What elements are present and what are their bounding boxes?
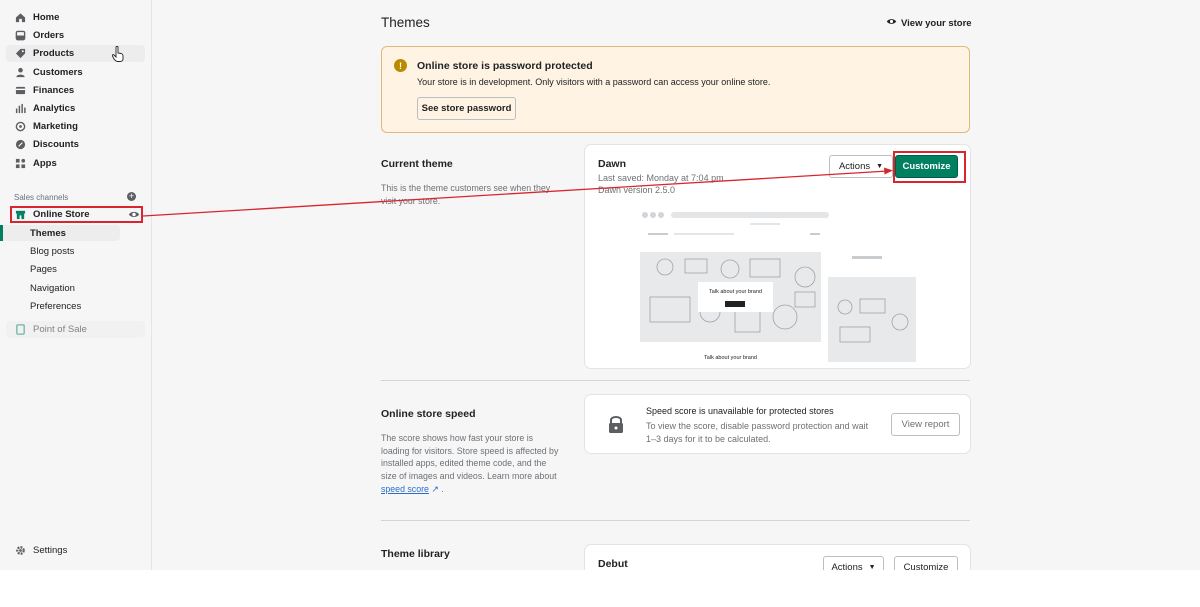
main-content: Themes View your store ! Online store is… (151, 0, 1200, 570)
speed-card-title: Speed score is unavailable for protected… (646, 406, 834, 416)
tag-icon (12, 46, 28, 62)
sidebar-subitem-blog-posts[interactable]: Blog posts (30, 243, 74, 259)
sidebar-item-marketing[interactable]: Marketing (6, 118, 145, 135)
banner-title: Online store is password protected (417, 60, 593, 72)
sidebar-item-discounts[interactable]: Discounts (6, 136, 145, 153)
orders-icon (12, 28, 28, 44)
pos-icon (12, 322, 28, 338)
sidebar-item-label: Apps (33, 158, 57, 169)
analytics-icon (12, 101, 28, 117)
sidebar-item-point-of-sale[interactable]: Point of Sale (6, 321, 145, 338)
eye-icon (886, 17, 897, 29)
sales-channels-label: Sales channels (14, 193, 69, 202)
preview-footer-text: Talk about your brand (704, 355, 757, 361)
caret-down-icon: ▼ (868, 564, 876, 570)
section-divider (381, 380, 970, 381)
actions-label: Actions (838, 161, 871, 172)
view-store-label: View your store (901, 17, 972, 29)
sidebar-item-label: Point of Sale (33, 324, 87, 335)
sidebar-item-customers[interactable]: Customers (6, 64, 145, 81)
page-title: Themes (381, 15, 430, 30)
discount-icon (12, 137, 28, 153)
sidebar-subitem-pages[interactable]: Pages (30, 261, 57, 277)
library-actions-button[interactable]: Actions ▼ (823, 556, 884, 570)
sidebar: Home Orders Products Customers Finances … (0, 0, 152, 570)
sidebar-item-label: Products (33, 48, 75, 59)
person-icon (12, 65, 28, 81)
sidebar-item-home[interactable]: Home (6, 9, 145, 26)
library-customize-button[interactable]: Customize (894, 556, 958, 570)
password-banner: ! Online store is password protected You… (381, 46, 970, 133)
current-theme-description: This is the theme customers see when the… (381, 183, 551, 206)
speed-card-description: To view the score, disable password prot… (646, 421, 869, 444)
speed-card: Speed score is unavailable for protected… (585, 395, 970, 453)
view-store-link[interactable]: View your store (886, 17, 972, 29)
warning-icon: ! (394, 59, 407, 72)
speed-title: Online store speed (381, 408, 476, 420)
sidebar-item-products[interactable]: Products (6, 45, 145, 62)
library-actions-label: Actions (831, 562, 863, 570)
sidebar-subitem-navigation[interactable]: Navigation (30, 280, 75, 296)
sidebar-item-label: Marketing (33, 121, 78, 132)
sidebar-item-label: Orders (33, 30, 65, 41)
view-report-button[interactable]: View report (891, 413, 960, 436)
external-link-icon: ↗ (431, 483, 439, 494)
library-theme-name: Debut (598, 558, 628, 570)
sidebar-item-label: Discounts (33, 139, 79, 150)
section-divider (381, 520, 970, 521)
mouse-cursor-icon (111, 45, 124, 65)
current-theme-title: Current theme (381, 158, 453, 170)
preview-brand-text: Talk about your brand (709, 289, 762, 295)
theme-version: Dawn version 2.5.0 (598, 185, 676, 195)
online-store-highlight (10, 206, 143, 223)
sidebar-item-label: Customers (33, 67, 83, 78)
see-store-password-button[interactable]: See store password (417, 97, 516, 120)
gear-icon (12, 543, 28, 559)
sidebar-item-analytics[interactable]: Analytics (6, 100, 145, 117)
sidebar-item-orders[interactable]: Orders (6, 27, 145, 44)
sidebar-subitem-preferences[interactable]: Preferences (30, 298, 81, 314)
sidebar-item-apps[interactable]: Apps (6, 155, 145, 172)
actions-button[interactable]: Actions ▼ (829, 155, 893, 178)
sidebar-item-settings[interactable]: Settings (6, 542, 145, 559)
customize-highlight (893, 151, 966, 183)
theme-last-saved: Last saved: Monday at 7:04 pm (598, 173, 724, 183)
apps-icon (12, 156, 28, 172)
library-theme-card: Debut Actions ▼ Customize (585, 545, 970, 570)
sidebar-item-label: Settings (33, 545, 68, 556)
sidebar-subitem-themes[interactable]: Themes (30, 225, 66, 241)
app-window: Home Orders Products Customers Finances … (0, 0, 1200, 570)
marketing-icon (12, 119, 28, 135)
home-icon (12, 10, 28, 26)
banner-description: Your store is in development. Only visit… (417, 77, 771, 87)
speed-score-link-label: speed score (381, 483, 429, 494)
speed-description-text: The score shows how fast your store is l… (381, 433, 559, 482)
theme-library-title: Theme library (381, 548, 450, 560)
theme-name: Dawn (598, 158, 627, 170)
finances-icon (12, 83, 28, 99)
add-channel-icon[interactable]: + (127, 192, 136, 201)
speed-score-link[interactable]: speed score (381, 484, 429, 494)
lock-icon (607, 414, 625, 437)
sidebar-item-label: Home (33, 12, 60, 23)
sidebar-item-label: Analytics (33, 103, 76, 114)
theme-preview: Talk about your brand Talk about your br… (640, 207, 920, 367)
speed-description: The score shows how fast your store is l… (381, 433, 559, 494)
sidebar-item-label: Finances (33, 85, 75, 96)
caret-down-icon: ▼ (876, 163, 884, 170)
sidebar-item-finances[interactable]: Finances (6, 82, 145, 99)
